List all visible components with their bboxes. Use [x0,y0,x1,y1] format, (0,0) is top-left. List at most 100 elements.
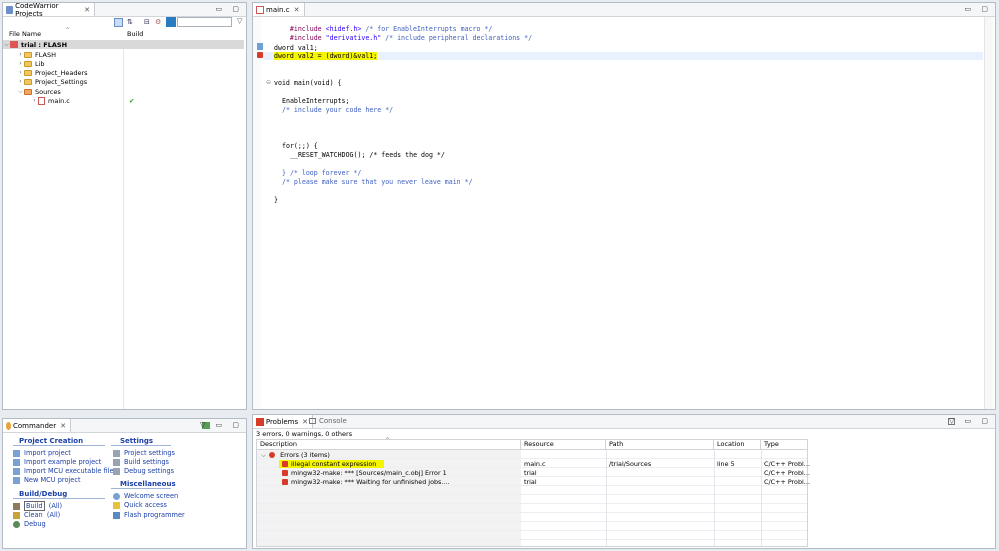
chevron-right-icon[interactable]: › [31,97,38,104]
hammer-icon [13,502,20,510]
window-buttons[interactable]: ▽ ▭ ▢ [949,417,992,425]
col-build[interactable]: Build [127,30,143,38]
debug-settings-link[interactable]: Debug settings [113,467,174,475]
build-settings-link[interactable]: Build settings [113,458,169,466]
link-label: New MCU project [24,476,81,484]
row-type: C/C++ Probl... [764,469,810,477]
build-link[interactable]: Build (All) [13,501,62,511]
link-label: Debug [24,520,46,528]
link-label: Import MCU executable file [24,467,114,475]
import-example-link[interactable]: Import example project [13,458,101,466]
code-comment: /* please make sure that you never leave… [282,178,473,186]
link-label: Flash programmer [124,511,185,519]
table-row[interactable]: illegal constant expression [279,460,385,468]
chevron-right-icon[interactable]: › [17,60,24,67]
problems-table: Description ^ Resource Path Location Typ… [256,437,810,547]
col-file-name[interactable]: File Name [9,30,41,38]
section-settings: Settings [120,437,154,445]
problems-panel: Problems ✕ Console ▽ ▭ ▢ 3 errors, 0 war… [252,414,996,549]
flash-programmer-link[interactable]: Flash programmer [113,511,185,519]
close-icon[interactable]: ✕ [302,418,308,426]
fold-icon[interactable]: ⊖ [266,79,271,86]
section-rule [111,445,171,446]
chevron-down-icon[interactable]: ⌵ [3,41,10,49]
sort-icon[interactable]: ⇅ [127,18,133,26]
tab-codewarrior-projects[interactable]: CodeWarrior Projects ✕ [3,3,95,18]
row-resource: main.c [524,460,546,468]
clean-link[interactable]: Clean (All) [13,511,60,519]
table-header: Description ^ Resource Path Location Typ… [257,437,807,450]
row-type: C/C++ Probl... [764,460,810,468]
tab-main-c[interactable]: main.c ✕ [253,3,305,16]
col-resource[interactable]: Resource [521,440,606,449]
code-line: EnableInterrupts; [282,97,350,105]
projects-tabbar: CodeWarrior Projects ✕ ▭ ▢ [3,3,246,18]
quick-access-link[interactable]: Quick access [113,501,167,509]
chevron-right-icon[interactable]: › [17,78,24,85]
col-location[interactable]: Location [714,440,761,449]
error-highlight: illegal constant expression [279,460,385,468]
line-marker-1 [257,43,263,50]
tree-item-lib[interactable]: › Lib [17,59,45,68]
link-label: Import project [24,449,71,457]
include-path: "derivative.h" [325,34,382,42]
chevron-down-icon[interactable]: ⌵ [260,452,267,460]
window-buttons[interactable]: ▽ ▭ ▢ [200,421,243,429]
tree-label: Lib [35,59,45,68]
editor-tabbar: main.c ✕ ▭ ▢ [253,3,995,17]
tab-console[interactable]: Console [309,417,347,425]
tree-item-trial[interactable]: ⌵ trial : FLASH [3,40,244,49]
settings-icon [113,449,120,457]
commander-tabbar: Commander ✕ ▽ ▭ ▢ [3,419,246,433]
new-mcu-link[interactable]: New MCU project [13,476,81,484]
view-menu-icon[interactable]: ▽ [237,17,242,25]
code-line: } [274,196,278,204]
debug-link[interactable]: Debug [13,520,46,528]
welcome-screen-link[interactable]: Welcome screen [113,492,178,500]
editor-scrollbar[interactable] [984,17,993,409]
projects-icon [6,5,14,14]
tree-label: Sources [35,87,61,96]
tab-commander[interactable]: Commander ✕ [3,419,71,432]
tree-label: trial : FLASH [21,40,68,49]
folder-icon [24,51,32,58]
tree-item-sources[interactable]: ⌵ Sources [17,87,61,96]
tree-item-main-c[interactable]: › main.c [31,96,70,105]
col-type[interactable]: Type [761,440,807,449]
window-buttons[interactable]: ▭ ▢ [216,5,243,13]
chevron-down-icon[interactable]: ⌵ [17,88,24,96]
tree-item-project-settings[interactable]: › Project_Settings [17,77,87,86]
import-project-link[interactable]: Import project [13,449,71,457]
settings-icon [113,458,120,466]
link-label: Clean [24,511,43,519]
sort-indicator: ^ [65,27,71,34]
chevron-right-icon[interactable]: › [17,69,24,76]
col-path[interactable]: Path [606,440,714,449]
tree-label: Project_Settings [35,77,88,86]
settings-icon [113,467,120,475]
section-rule [111,488,171,489]
tree-item-flash[interactable]: › FLASH [17,50,56,59]
console-tab-label: Console [319,417,347,425]
code-line: for(;;) { [282,142,318,150]
close-icon[interactable]: ✕ [294,6,300,14]
search-icon[interactable] [166,17,176,27]
close-icon[interactable]: ✕ [60,422,66,430]
c-file-icon [256,5,264,14]
collapse-all-icon[interactable] [114,18,123,27]
group-label: Errors (3 items) [280,451,330,459]
window-buttons[interactable]: ▭ ▢ [965,5,992,13]
tab-problems[interactable]: Problems ✕ [253,415,313,428]
error-group-row[interactable]: ⌵ Errors (3 items) [260,451,330,460]
close-icon[interactable]: ✕ [84,6,90,14]
table-row[interactable]: mingw32-make: *** Waiting for unfinished… [282,478,450,486]
import-mcu-link[interactable]: Import MCU executable file [13,467,114,475]
chevron-right-icon[interactable]: › [17,51,24,58]
tree-item-project-headers[interactable]: › Project_Headers [17,68,87,77]
link-icon[interactable]: ⚙ [155,18,161,26]
code-comment: /* include your code here */ [282,106,394,114]
project-settings-link[interactable]: Project settings [113,449,175,457]
filter-icon[interactable]: ⊟ [144,18,150,26]
search-input[interactable] [177,17,232,27]
table-row[interactable]: mingw32-make: *** [Sources/main_c.obj] E… [282,469,447,477]
